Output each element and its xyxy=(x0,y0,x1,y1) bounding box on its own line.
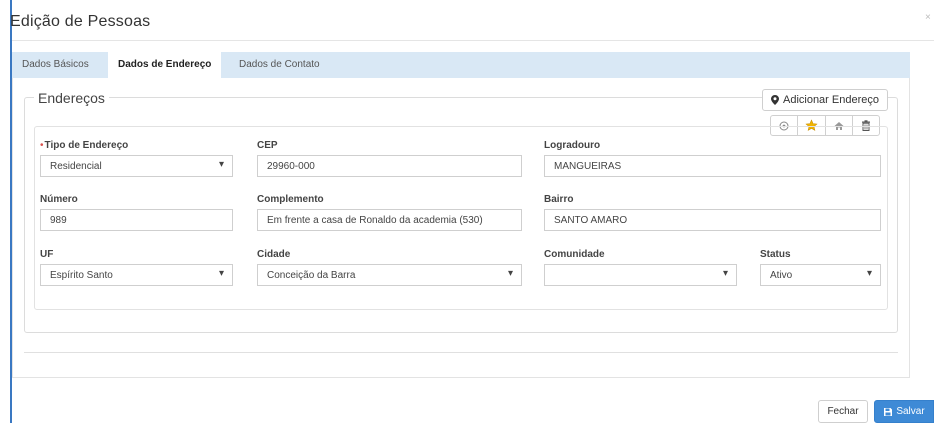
modal-title: Edição de Pessoas xyxy=(10,13,151,30)
save-label: Salvar xyxy=(896,406,925,417)
tabs-bar: Dados Básicos Dados de Endereço Dados de… xyxy=(12,52,910,78)
add-address-button[interactable]: Adicionar Endereço xyxy=(762,89,888,111)
add-address-label: Adicionar Endereço xyxy=(782,94,879,106)
map-marker-icon xyxy=(770,95,779,105)
numero-input[interactable]: 989 xyxy=(40,209,233,231)
close-button[interactable]: Fechar xyxy=(818,400,868,423)
edit-person-modal: Edição de Pessoas × Dados Básicos Dados … xyxy=(0,0,934,423)
cidade-label: Cidade xyxy=(257,249,291,260)
save-icon xyxy=(884,407,893,416)
bairro-input[interactable]: SANTO AMARO xyxy=(544,209,881,231)
cidade-select[interactable]: Conceição da Barra xyxy=(257,264,522,286)
tipo-endereco-label: •Tipo de Endereço xyxy=(40,140,128,151)
tipo-endereco-label-text: Tipo de Endereço xyxy=(44,140,129,151)
logradouro-input[interactable]: MANGUEIRAS xyxy=(544,155,881,177)
close-icon[interactable]: × xyxy=(925,12,931,23)
uf-select[interactable]: Espírito Santo xyxy=(40,264,233,286)
comunidade-select[interactable] xyxy=(544,264,737,286)
tipo-endereco-select[interactable]: Residencial xyxy=(40,155,233,177)
bairro-label: Bairro xyxy=(544,194,574,205)
complemento-input[interactable]: Em frente a casa de Ronaldo da academia … xyxy=(257,209,522,231)
tab-dados-contato[interactable]: Dados de Contato xyxy=(229,52,330,78)
tab-dados-basicos[interactable]: Dados Básicos xyxy=(12,52,99,78)
required-marker: • xyxy=(40,140,44,151)
status-label: Status xyxy=(760,249,791,260)
tab-dados-endereco[interactable]: Dados de Endereço xyxy=(108,52,222,78)
complemento-label: Complemento xyxy=(257,194,324,205)
title-divider xyxy=(12,40,934,41)
comunidade-label: Comunidade xyxy=(544,249,605,260)
status-select[interactable]: Ativo xyxy=(760,264,881,286)
save-button[interactable]: Salvar xyxy=(874,400,934,423)
uf-label: UF xyxy=(40,249,54,260)
addresses-legend: Endereços xyxy=(34,90,109,106)
numero-label: Número xyxy=(40,194,78,205)
content-divider xyxy=(24,352,898,353)
cep-input[interactable]: 29960-000 xyxy=(257,155,522,177)
logradouro-label: Logradouro xyxy=(544,140,601,151)
cep-label: CEP xyxy=(257,140,278,151)
